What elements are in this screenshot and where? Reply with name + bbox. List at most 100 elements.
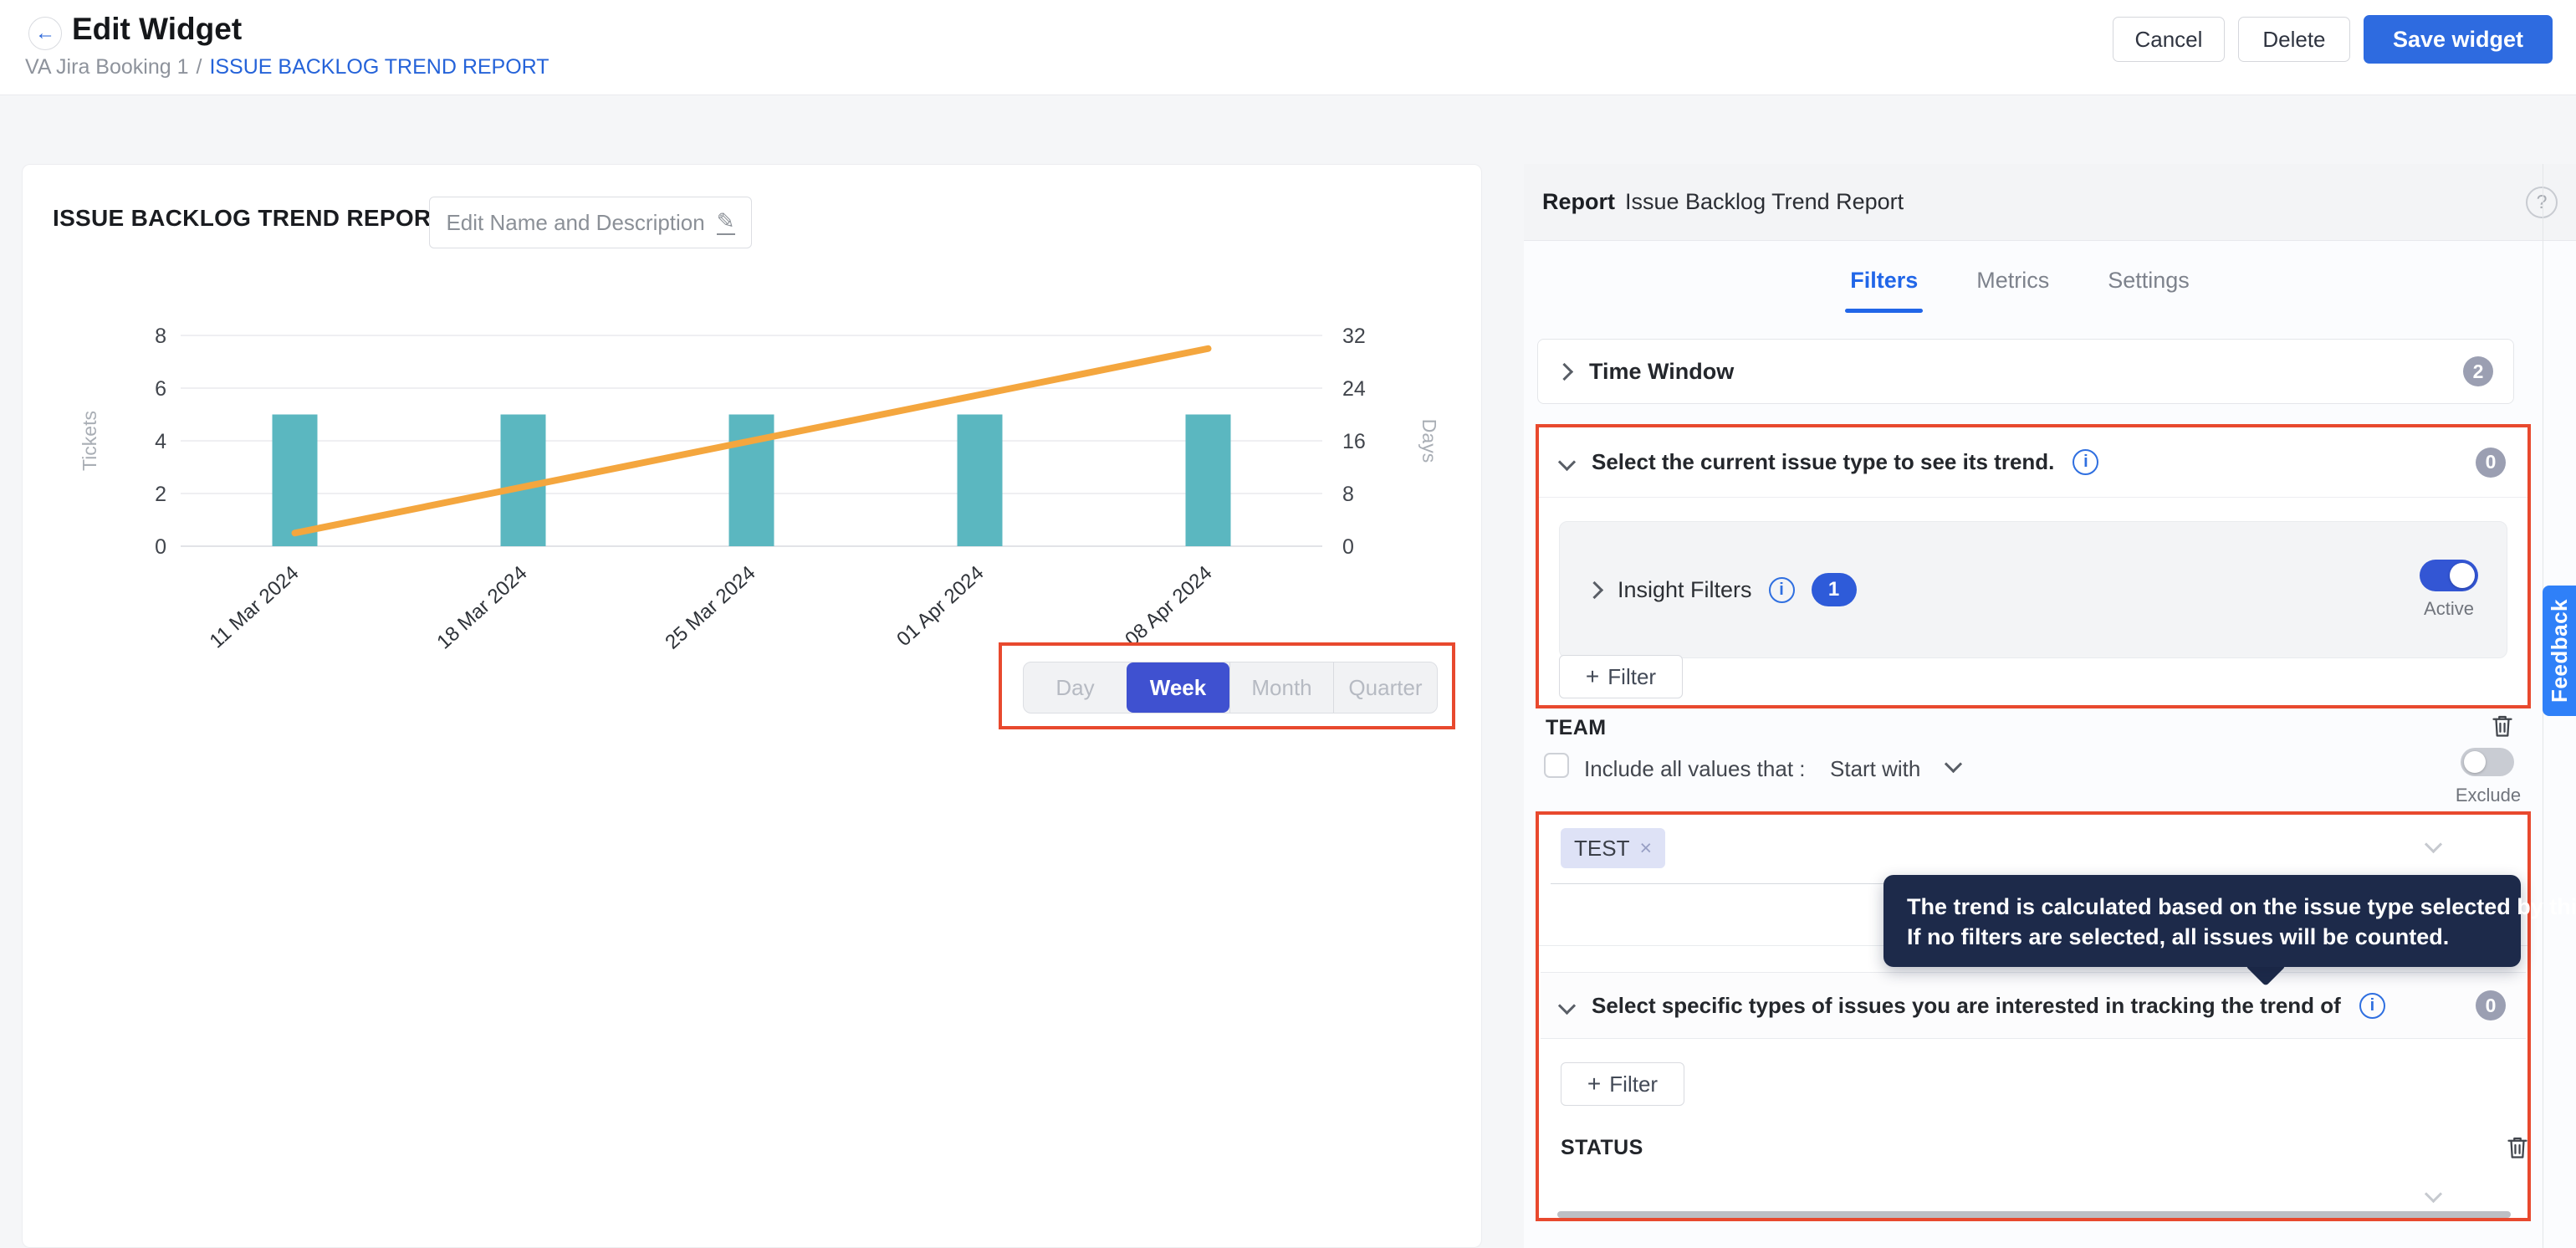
time-window-badge: 2	[2463, 356, 2493, 386]
left-axis-tick: 4	[155, 430, 166, 453]
feedback-tab[interactable]: Feedback	[2543, 586, 2576, 716]
edit-name-label: Edit Name and Description	[446, 210, 704, 236]
report-label: Report	[1542, 189, 1615, 215]
operator-dropdown-chevron-icon[interactable]	[1945, 755, 1962, 773]
report-title: Issue Backlog Trend Report	[1625, 189, 1904, 215]
active-tab-underline	[1845, 309, 1923, 313]
current-issue-type-section: Select the current issue type to see its…	[1539, 427, 2527, 705]
toggle-knob	[2464, 751, 2486, 773]
right-axis-label: Days	[1418, 419, 1440, 463]
tab-metrics[interactable]: Metrics	[1973, 261, 2052, 313]
info-glyph: i	[1779, 581, 1784, 600]
delete-team-filter-icon[interactable]	[2487, 709, 2517, 743]
chevron-right-icon[interactable]	[1586, 581, 1603, 598]
bar-08 Apr 2024[interactable]	[1186, 415, 1231, 547]
tab-filters[interactable]: Filters	[1847, 261, 1921, 313]
panel-tabs: Filters Metrics Settings	[1524, 261, 2516, 313]
specific-types-badge: 0	[2476, 990, 2506, 1020]
highlight-granularity-toggle	[999, 642, 1455, 729]
left-axis-label: Tickets	[79, 411, 100, 471]
active-toggle-label: Active	[2424, 598, 2474, 620]
left-axis-tick: 8	[155, 325, 166, 348]
chevron-right-icon	[1556, 362, 1573, 380]
filter-values-area: TEST × Select specific types of issues y…	[1539, 815, 2527, 1218]
cancel-button[interactable]: Cancel	[2113, 17, 2225, 62]
edit-widget-page: ← Edit Widget VA Jira Booking 1 / ISSUE …	[0, 0, 2576, 1248]
operator-dropdown-value[interactable]: Start with	[1830, 756, 1920, 782]
tab-metrics-label: Metrics	[1976, 268, 2049, 293]
horizontal-scrollbar[interactable]	[1557, 1211, 2511, 1218]
time-window-section[interactable]: Time Window 2	[1537, 339, 2514, 404]
header-actions: Cancel Delete Save widget	[2113, 13, 2553, 65]
time-window-label: Time Window	[1589, 359, 1734, 385]
exclude-toggle[interactable]	[2461, 748, 2514, 776]
tooltip-line-1: The trend is calculated based on the iss…	[1907, 892, 2497, 922]
x-tick-label: 11 Mar 2024	[206, 561, 304, 652]
delete-button[interactable]: Delete	[2238, 17, 2350, 62]
specific-types-header[interactable]: Select specific types of issues you are …	[1541, 972, 2526, 1039]
include-all-values-label: Include all values that :	[1584, 756, 1806, 782]
back-button[interactable]: ←	[28, 17, 62, 50]
tooltip-line-2: If no filters are selected, all issues w…	[1907, 922, 2497, 952]
breadcrumb: VA Jira Booking 1 / ISSUE BACKLOG TREND …	[25, 55, 549, 79]
highlight-filter-values: TEST × Select specific types of issues y…	[1536, 811, 2531, 1221]
help-icon[interactable]: ?	[2526, 187, 2558, 218]
breadcrumb-parent[interactable]: VA Jira Booking 1	[25, 55, 188, 79]
breadcrumb-separator: /	[196, 55, 202, 79]
info-glyph: i	[2370, 996, 2375, 1015]
left-axis-tick: 6	[155, 377, 166, 401]
team-value-tag[interactable]: TEST ×	[1561, 828, 1665, 868]
left-axis-tick: 0	[155, 535, 166, 559]
bar-01 Apr 2024[interactable]	[958, 415, 1003, 547]
current-issue-type-header[interactable]: Select the current issue type to see its…	[1539, 427, 2527, 498]
add-filter-button[interactable]: + Filter	[1559, 655, 1683, 698]
values-dropdown-chevron-icon[interactable]	[2425, 836, 2442, 853]
exclude-toggle-label: Exclude	[2451, 785, 2526, 806]
x-tick-label: 08 Apr 2024	[1121, 561, 1216, 651]
question-glyph: ?	[2537, 191, 2548, 213]
top-header: ← Edit Widget VA Jira Booking 1 / ISSUE …	[0, 0, 2576, 95]
tag-remove-icon[interactable]: ×	[1639, 836, 1652, 861]
insight-filters-card: Insight Filters i 1 Active	[1559, 521, 2507, 658]
include-all-values-checkbox[interactable]	[1544, 753, 1569, 778]
current-issue-type-badge: 0	[2476, 448, 2506, 478]
team-field-label: TEAM	[1546, 716, 1606, 740]
tag-label: TEST	[1574, 836, 1629, 862]
right-axis-tick: 32	[1342, 325, 1366, 348]
plus-icon: +	[1586, 665, 1599, 688]
current-issue-type-label: Select the current issue type to see its…	[1592, 449, 2054, 475]
x-tick-label: 01 Apr 2024	[892, 561, 988, 651]
add-filter-button[interactable]: + Filter	[1561, 1062, 1684, 1106]
right-axis-tick: 24	[1342, 377, 1366, 401]
pencil-icon: ✎	[717, 210, 735, 235]
add-filter-label: Filter	[1609, 1072, 1658, 1097]
insight-filters-count-badge: 1	[1812, 573, 1857, 606]
active-toggle-wrap: Active	[2420, 560, 2478, 620]
delete-status-filter-icon[interactable]	[2502, 1131, 2533, 1164]
highlight-current-issue-type: Select the current issue type to see its…	[1536, 424, 2531, 708]
left-axis-tick: 2	[155, 483, 166, 506]
page-title: Edit Widget	[72, 12, 242, 47]
right-axis-tick: 16	[1342, 430, 1366, 453]
plus-icon: +	[1587, 1072, 1601, 1096]
x-tick-label: 18 Mar 2024	[432, 561, 531, 653]
tab-settings[interactable]: Settings	[2104, 261, 2193, 313]
active-toggle[interactable]	[2420, 560, 2478, 591]
right-axis-tick: 8	[1342, 483, 1354, 506]
chevron-down-icon	[1558, 453, 1576, 471]
info-icon[interactable]: i	[2073, 449, 2098, 475]
info-icon[interactable]: i	[2359, 993, 2385, 1019]
save-widget-button[interactable]: Save widget	[2364, 15, 2553, 64]
status-dropdown-chevron-icon[interactable]	[2425, 1185, 2442, 1203]
x-tick-label: 25 Mar 2024	[661, 561, 759, 653]
status-field-label: STATUS	[1561, 1136, 1643, 1160]
info-icon[interactable]: i	[1769, 577, 1795, 603]
chevron-down-icon	[1558, 996, 1576, 1014]
widget-title: ISSUE BACKLOG TREND REPORT	[53, 205, 446, 232]
breadcrumb-current[interactable]: ISSUE BACKLOG TREND REPORT	[209, 55, 549, 79]
right-axis-tick: 0	[1342, 535, 1354, 559]
add-filter-label: Filter	[1607, 664, 1656, 690]
tab-filters-label: Filters	[1850, 268, 1918, 293]
edit-name-description-button[interactable]: Edit Name and Description ✎	[429, 197, 752, 248]
tab-settings-label: Settings	[2108, 268, 2190, 293]
